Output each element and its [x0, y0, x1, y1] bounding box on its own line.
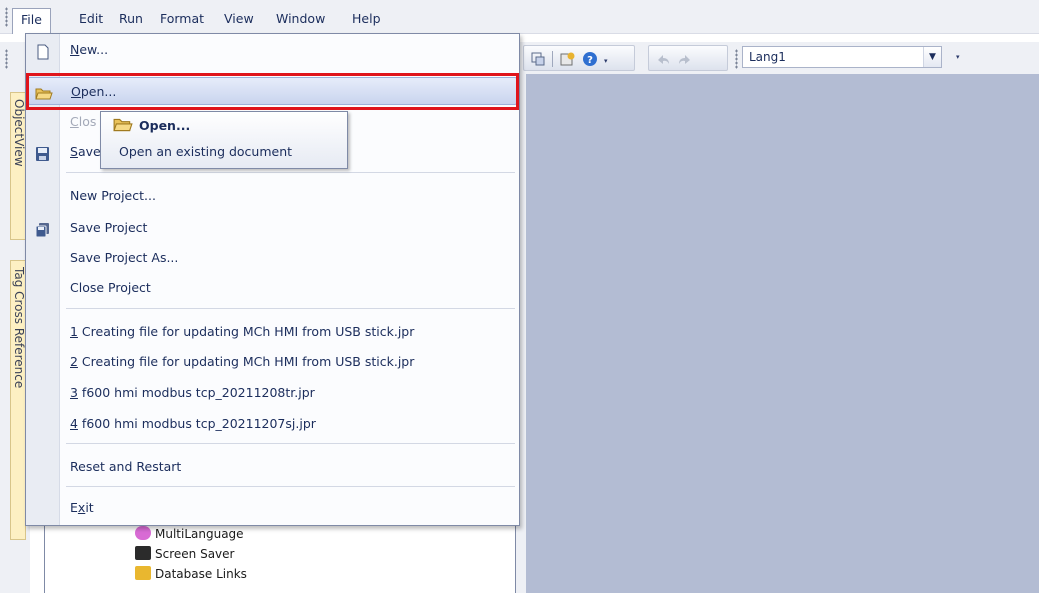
menu-help[interactable]: Help [344, 8, 389, 32]
menu-separator [66, 443, 515, 444]
menu-format[interactable]: Format [152, 8, 212, 32]
menu-separator [66, 172, 515, 173]
undo-icon[interactable] [655, 51, 671, 67]
database-links-icon [135, 566, 151, 580]
menu-edit[interactable]: Edit [71, 8, 111, 32]
menu-item-new[interactable]: New... [28, 36, 517, 64]
menu-item-recent-2[interactable]: 2 Creating file for updating MCh HMI fro… [28, 348, 517, 376]
menu-item-close-project[interactable]: Close Project [28, 274, 517, 302]
redo-icon[interactable] [677, 51, 693, 67]
properties-icon[interactable] [560, 51, 576, 67]
toolbar-overflow-icon-2[interactable]: ▾ [956, 53, 962, 61]
align-icon[interactable] [530, 51, 546, 67]
chevron-down-icon[interactable]: ▼ [923, 47, 941, 67]
open-folder-icon [113, 116, 133, 134]
menu-item-save-project[interactable]: Save Project [28, 214, 517, 242]
toolbar-overflow-icon[interactable]: ▾ [604, 57, 610, 65]
menu-separator [66, 486, 515, 487]
menu-item-recent-3[interactable]: 3 f600 hmi modbus tcp_20211208tr.jpr [28, 379, 517, 407]
save-icon [34, 144, 52, 161]
highlight-box [26, 73, 519, 110]
side-tab-object-view[interactable]: ObjectView [10, 92, 26, 240]
menu-item-recent-1[interactable]: 1 Creating file for updating MCh HMI fro… [28, 318, 517, 346]
screen-saver-icon [135, 546, 151, 560]
toolbar-strip-edit [648, 45, 728, 71]
menu-separator [66, 308, 515, 309]
side-tab-object-view-label: ObjectView [12, 99, 26, 167]
toolbar-separator [552, 51, 553, 67]
open-tooltip: Open... Open an existing document [100, 111, 348, 169]
editor-workspace [526, 74, 1039, 593]
tree-item-database-links[interactable]: Database Links [135, 565, 247, 583]
language-select[interactable]: Lang1 ▼ [742, 46, 942, 68]
tree-item-screen-saver[interactable]: Screen Saver [135, 545, 234, 563]
tooltip-title: Open... [139, 118, 191, 133]
menu-view[interactable]: View [216, 8, 262, 32]
toolbar-strip-view: ? ▾ [523, 45, 635, 71]
toolbar-grip-language[interactable] [735, 49, 738, 69]
menu-item-recent-4[interactable]: 4 f600 hmi modbus tcp_20211207sj.jpr [28, 410, 517, 438]
tree-item-multilanguage[interactable]: MultiLanguage [135, 525, 244, 543]
menu-item-exit[interactable]: Exit [28, 494, 517, 522]
menu-item-save-project-as[interactable]: Save Project As... [28, 244, 517, 272]
save-project-icon [34, 220, 52, 238]
tooltip-description: Open an existing document [119, 144, 293, 159]
menu-item-reset-restart[interactable]: Reset and Restart [28, 453, 517, 481]
menu-bar: File Edit Run Format View Window Help [0, 0, 1039, 34]
svg-text:?: ? [587, 55, 593, 66]
menu-item-new-project[interactable]: New Project... [28, 182, 517, 210]
language-select-value: Lang1 [749, 50, 786, 64]
menu-window[interactable]: Window [268, 8, 333, 32]
help-icon[interactable]: ? [582, 51, 598, 67]
menu-file[interactable]: File [12, 8, 51, 34]
side-tab-tag-cross-reference[interactable]: Tag Cross Reference [10, 260, 26, 540]
multilanguage-icon [135, 526, 151, 540]
menubar-grip[interactable] [5, 7, 8, 27]
new-document-icon [34, 42, 52, 60]
side-tab-tag-cross-reference-label: Tag Cross Reference [12, 267, 26, 389]
toolbar-grip[interactable] [5, 49, 8, 69]
menu-run[interactable]: Run [111, 8, 151, 32]
